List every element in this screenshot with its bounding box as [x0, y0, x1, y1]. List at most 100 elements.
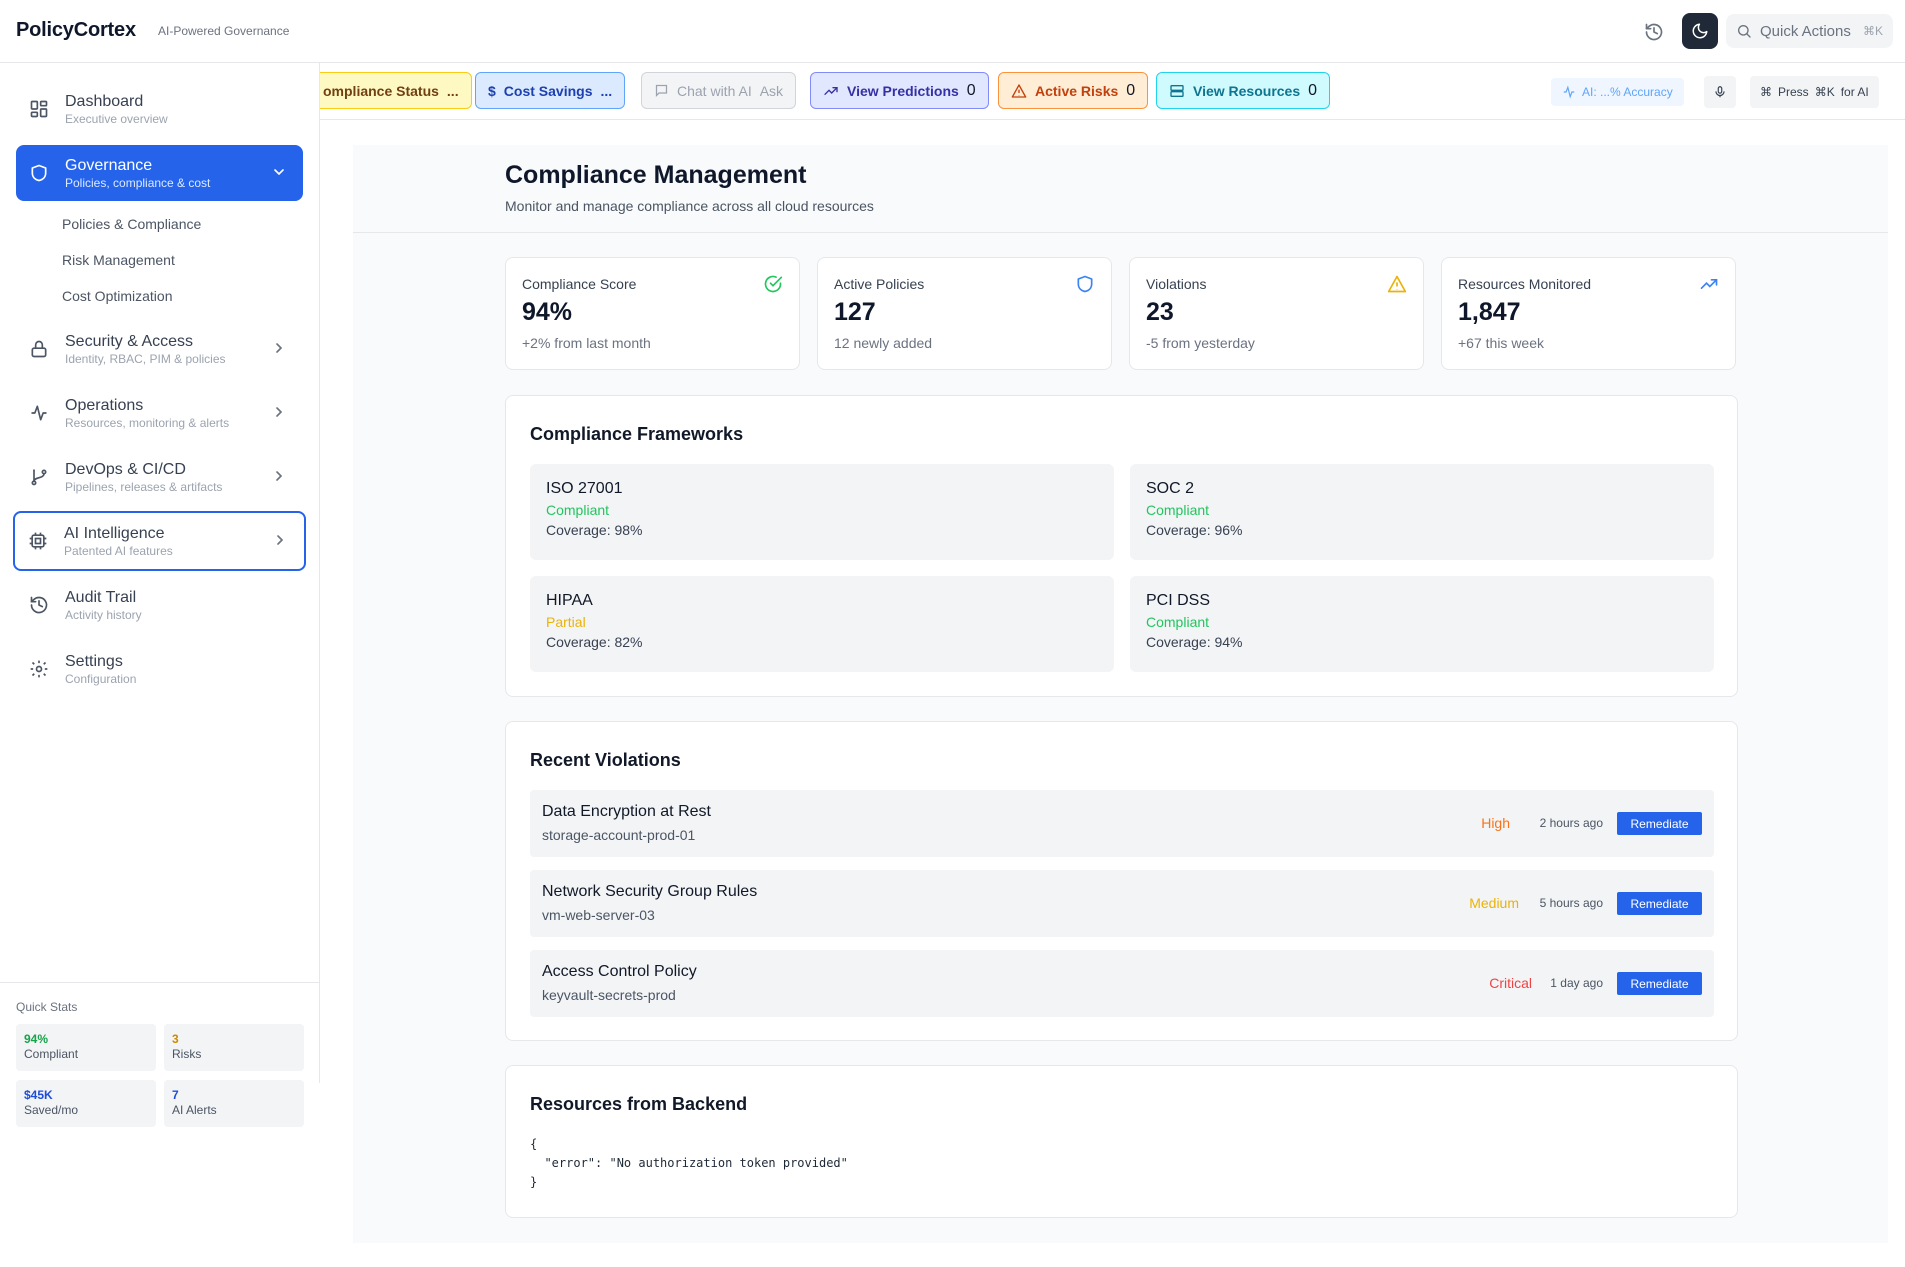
remediate-button[interactable]: Remediate	[1617, 972, 1702, 995]
framework-pci-dss[interactable]: PCI DSS Compliant Coverage: 94%	[1130, 576, 1714, 672]
page-subtitle: Monitor and manage compliance across all…	[505, 198, 874, 214]
trending-up-icon	[1699, 274, 1719, 294]
chevron-right-icon	[271, 340, 287, 361]
quick-stat-label: Saved/mo	[24, 1102, 148, 1118]
stat-value: 1,847	[1458, 298, 1719, 327]
pill-label: Chat with AI	[677, 83, 752, 99]
voice-input-button[interactable]	[1704, 76, 1736, 108]
grid-icon	[28, 98, 50, 120]
stat-change: +2% from last month	[522, 335, 783, 351]
stat-card-violations: Violations 23 -5 from yesterday	[1129, 257, 1424, 370]
pill-count: 0	[1126, 82, 1135, 100]
theme-toggle-button[interactable]	[1682, 13, 1718, 49]
quick-stat-value: 3	[172, 1032, 296, 1046]
violation-resource: storage-account-prod-01	[542, 827, 695, 843]
remediate-button[interactable]: Remediate	[1617, 892, 1702, 915]
pill-label: View Resources	[1193, 83, 1300, 99]
trending-up-icon	[823, 83, 839, 99]
stat-card-compliance-score: Compliance Score 94% +2% from last month	[505, 257, 800, 370]
compliance-status-button[interactable]: ompliance Status ...	[320, 72, 472, 109]
command-icon: ⌘	[1760, 85, 1772, 99]
stat-title: Active Policies	[834, 276, 1095, 292]
gear-icon	[28, 658, 50, 680]
sidebar-item-audit-trail[interactable]: Audit TrailActivity history	[16, 577, 303, 633]
git-branch-icon	[28, 466, 50, 488]
sidebar-item-settings[interactable]: SettingsConfiguration	[16, 641, 303, 697]
history-button[interactable]	[1638, 16, 1670, 48]
chat-with-ai-button[interactable]: Chat with AI Ask	[641, 72, 796, 109]
violation-name: Access Control Policy	[542, 963, 697, 981]
card-title: Recent Violations	[530, 750, 681, 771]
quick-stat-risks: 3 Risks	[164, 1024, 304, 1071]
activity-icon	[1562, 85, 1576, 99]
framework-hipaa[interactable]: HIPAA Partial Coverage: 82%	[530, 576, 1114, 672]
sidebar-divider	[0, 982, 320, 983]
sidebar-item-ai-intelligence[interactable]: AI IntelligencePatented AI features	[13, 511, 306, 571]
quick-stat-value: 94%	[24, 1032, 148, 1046]
violation-name: Network Security Group Rules	[542, 883, 757, 901]
sidebar-item-security[interactable]: Security & AccessIdentity, RBAC, PIM & p…	[16, 321, 303, 377]
sidebar-item-label: Governance	[65, 156, 210, 175]
chevron-right-icon	[271, 468, 287, 489]
sidebar-item-devops[interactable]: DevOps & CI/CDPipelines, releases & arti…	[16, 449, 303, 505]
stat-change: -5 from yesterday	[1146, 335, 1407, 351]
violation-row: Access Control Policy keyvault-secrets-p…	[530, 950, 1714, 1017]
framework-name: HIPAA	[546, 592, 1098, 610]
top-header: PolicyCortex AI-Powered Governance Quick…	[0, 0, 1905, 63]
quick-stat-value: $45K	[24, 1088, 148, 1102]
cpu-icon	[27, 530, 49, 552]
sidebar-subitem-cost[interactable]: Cost Optimization	[62, 288, 172, 304]
cost-savings-button[interactable]: $ Cost Savings ...	[475, 72, 625, 109]
violation-time: 5 hours ago	[1540, 896, 1603, 910]
sidebar-item-description: Configuration	[65, 672, 136, 687]
sidebar-item-description: Executive overview	[65, 112, 168, 127]
quick-actions-shortcut: ⌘K	[1863, 24, 1883, 38]
chat-icon	[654, 83, 669, 98]
quick-actions-button[interactable]: Quick Actions ⌘K	[1726, 14, 1893, 48]
stat-value: 127	[834, 298, 1095, 327]
card-title: Resources from Backend	[530, 1094, 747, 1115]
violation-time: 2 hours ago	[1540, 816, 1603, 830]
stat-change: +67 this week	[1458, 335, 1719, 351]
quick-stat-saved: $45K Saved/mo	[16, 1080, 156, 1127]
pill-count: 0	[1308, 82, 1317, 100]
shield-icon	[28, 162, 50, 184]
sidebar-subitem-policies[interactable]: Policies & Compliance	[62, 216, 201, 232]
framework-name: PCI DSS	[1146, 592, 1698, 610]
history-icon	[1644, 22, 1664, 42]
sidebar: DashboardExecutive overview GovernancePo…	[0, 63, 320, 1083]
violation-row: Data Encryption at Rest storage-account-…	[530, 790, 1714, 857]
ai-shortcut-hint[interactable]: ⌘ Press ⌘K for AI	[1750, 76, 1879, 108]
active-risks-button[interactable]: Active Risks 0	[998, 72, 1148, 109]
view-predictions-button[interactable]: View Predictions 0	[810, 72, 989, 109]
stat-card-active-policies: Active Policies 127 12 newly added	[817, 257, 1112, 370]
violation-time: 1 day ago	[1550, 976, 1603, 990]
search-icon	[1736, 23, 1752, 39]
sidebar-item-label: Settings	[65, 652, 136, 671]
quick-stat-value: 7	[172, 1088, 296, 1102]
violation-name: Data Encryption at Rest	[542, 803, 711, 821]
lock-icon	[28, 338, 50, 360]
view-resources-button[interactable]: View Resources 0	[1156, 72, 1330, 109]
sidebar-subitem-risk[interactable]: Risk Management	[62, 252, 175, 268]
warning-icon	[1387, 274, 1407, 294]
sidebar-item-label: Security & Access	[65, 332, 226, 351]
framework-iso27001[interactable]: ISO 27001 Compliant Coverage: 98%	[530, 464, 1114, 560]
recent-violations-card: Recent Violations Data Encryption at Res…	[505, 721, 1738, 1041]
sidebar-item-operations[interactable]: OperationsResources, monitoring & alerts	[16, 385, 303, 441]
sidebar-item-governance[interactable]: GovernancePolicies, compliance & cost	[16, 145, 303, 201]
stat-title: Compliance Score	[522, 276, 783, 292]
stat-title: Resources Monitored	[1458, 276, 1719, 292]
press-key: ⌘K	[1815, 85, 1835, 99]
ai-accuracy-label: AI: ...% Accuracy	[1582, 85, 1673, 99]
activity-icon	[28, 402, 50, 424]
pill-label: Active Risks	[1035, 83, 1118, 99]
sidebar-item-dashboard[interactable]: DashboardExecutive overview	[16, 81, 303, 137]
remediate-button[interactable]: Remediate	[1617, 812, 1702, 835]
framework-coverage: Coverage: 94%	[1146, 634, 1698, 650]
framework-soc2[interactable]: SOC 2 Compliant Coverage: 96%	[1130, 464, 1714, 560]
brand-logo[interactable]: PolicyCortex	[16, 19, 136, 42]
stat-value: 94%	[522, 298, 783, 327]
pill-label: View Predictions	[847, 83, 959, 99]
press-label: Press	[1778, 85, 1809, 99]
